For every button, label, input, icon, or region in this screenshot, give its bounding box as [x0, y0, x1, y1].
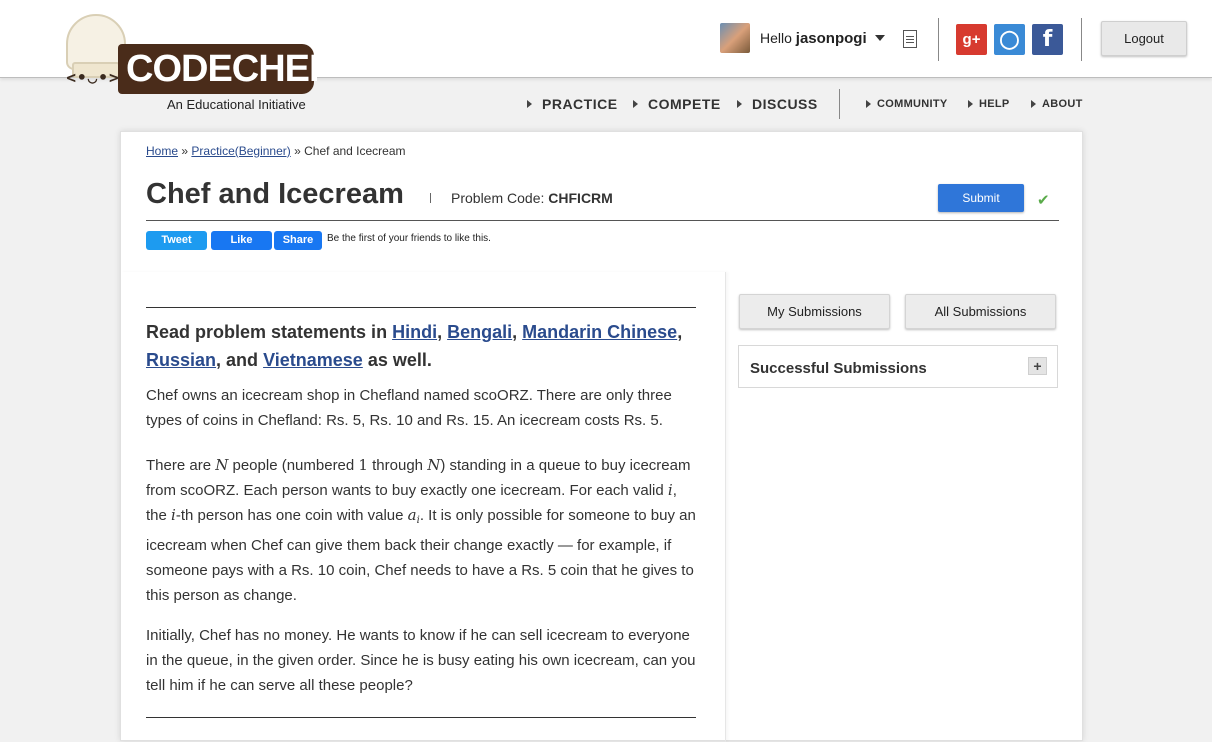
lang-link-mandarin[interactable]: Mandarin Chinese [522, 322, 677, 342]
nav-compete[interactable]: COMPETE [633, 96, 721, 112]
nav-community[interactable]: COMMUNITY [866, 98, 948, 110]
facebook-like-button[interactable]: Like [211, 231, 272, 250]
chef-face-icon: <•◡•> [66, 68, 120, 87]
nav-label: COMPETE [648, 96, 721, 112]
breadcrumb-practice[interactable]: Practice(Beginner) [191, 144, 290, 158]
username: jasonpogi [795, 29, 867, 47]
my-submissions-button[interactable]: My Submissions [739, 294, 890, 329]
math-num: 1 [358, 456, 368, 474]
logo-subtitle: An Educational Initiative [167, 97, 306, 112]
breadcrumb: Home » Practice(Beginner) » Chef and Ice… [146, 144, 406, 158]
codechef-logo[interactable]: <•◡•> CODECHEF An Educational Initiative [60, 12, 332, 114]
check-icon: ✔ [1037, 191, 1050, 209]
expand-icon[interactable]: + [1028, 357, 1047, 375]
text: There are [146, 457, 216, 474]
page-title: Chef and Icecream [146, 178, 404, 210]
divider [146, 717, 696, 718]
nav-label: PRACTICE [542, 96, 618, 112]
languages-separator: , [512, 322, 518, 342]
divider [1081, 18, 1082, 61]
problem-statement: Read problem statements in Hindi, Bengal… [121, 272, 726, 742]
avatar[interactable] [720, 23, 750, 53]
chevron-down-icon[interactable] [874, 35, 885, 41]
text: -th person has one coin with value [175, 507, 408, 524]
triangle-right-icon [968, 100, 973, 108]
successful-submissions-title: Successful Submissions [750, 360, 927, 377]
text: people (numbered [228, 457, 359, 474]
problem-card: Home » Practice(Beginner) » Chef and Ice… [120, 131, 1083, 742]
nav-label: COMMUNITY [877, 98, 948, 110]
problem-code-value: CHFICRM [548, 190, 613, 206]
logout-button[interactable]: Logout [1101, 21, 1187, 56]
divider [146, 307, 696, 308]
languages-prefix: Read problem statements in [146, 322, 388, 342]
facebook-icon[interactable]: f [1032, 24, 1063, 55]
breadcrumb-separator: » [294, 144, 301, 158]
logo-text: CODECHEF [126, 48, 332, 90]
breadcrumb-current: Chef and Icecream [304, 144, 406, 158]
problem-code: Problem Code: CHFICRM [451, 190, 613, 206]
nav-help[interactable]: HELP [968, 98, 1010, 110]
lang-link-bengali[interactable]: Bengali [447, 322, 512, 342]
nav-label: ABOUT [1042, 98, 1083, 110]
tweet-button[interactable]: Tweet [146, 231, 207, 250]
nav-label: HELP [979, 98, 1010, 110]
nav-label: DISCUSS [752, 96, 818, 112]
successful-submissions-panel[interactable]: Successful Submissions + [738, 345, 1058, 388]
notes-icon[interactable] [903, 30, 917, 48]
title-divider [430, 193, 431, 203]
lang-link-russian[interactable]: Russian [146, 350, 216, 370]
triangle-right-icon [737, 100, 742, 108]
languages-separator: , [677, 322, 683, 342]
triangle-right-icon [1031, 100, 1036, 108]
chef-hat-icon [66, 14, 126, 78]
languages-suffix: as well. [367, 350, 432, 370]
google-plus-icon[interactable]: g+ [956, 24, 987, 55]
nav-divider [839, 89, 840, 119]
languages-separator: , [437, 322, 443, 342]
lang-link-hindi[interactable]: Hindi [392, 322, 437, 342]
triangle-right-icon [527, 100, 532, 108]
top-bar: <•◡•> CODECHEF An Educational Initiative… [0, 0, 1212, 112]
problem-code-label: Problem Code: [451, 190, 545, 206]
nav-discuss[interactable]: DISCUSS [737, 96, 818, 112]
nav-about[interactable]: ABOUT [1031, 98, 1083, 110]
text: through [367, 457, 428, 474]
facebook-share-button[interactable]: Share [274, 231, 322, 250]
statement-paragraph-1: Chef owns an icecream shop in Chefland n… [146, 387, 672, 429]
language-links: Read problem statements in Hindi, Bengal… [146, 318, 706, 374]
statement-paragraph-3: Initially, Chef has no money. He wants t… [146, 627, 696, 694]
statement-paragraph-2: There are N people (numbered 1 through N… [146, 453, 698, 608]
all-submissions-button[interactable]: All Submissions [905, 294, 1056, 329]
user-greeting[interactable]: Hello jasonpogi [760, 30, 867, 47]
greeting-text: Hello [760, 29, 792, 46]
triangle-right-icon [866, 100, 871, 108]
math-var: N [215, 456, 229, 474]
user-menu[interactable]: Hello jasonpogi [720, 22, 885, 54]
github-icon[interactable]: ◯ [994, 24, 1025, 55]
math-var: a [407, 506, 417, 524]
submit-button[interactable]: Submit [938, 184, 1024, 212]
math-var: N [427, 456, 441, 474]
languages-separator: , and [216, 350, 259, 370]
title-rule [146, 220, 1059, 221]
like-friends-text: Be the first of your friends to like thi… [327, 233, 491, 244]
breadcrumb-separator: » [181, 144, 189, 158]
breadcrumb-home[interactable]: Home [146, 144, 178, 158]
nav-practice[interactable]: PRACTICE [527, 96, 618, 112]
triangle-right-icon [633, 100, 638, 108]
divider [938, 18, 939, 61]
lang-link-vietnamese[interactable]: Vietnamese [263, 350, 363, 370]
